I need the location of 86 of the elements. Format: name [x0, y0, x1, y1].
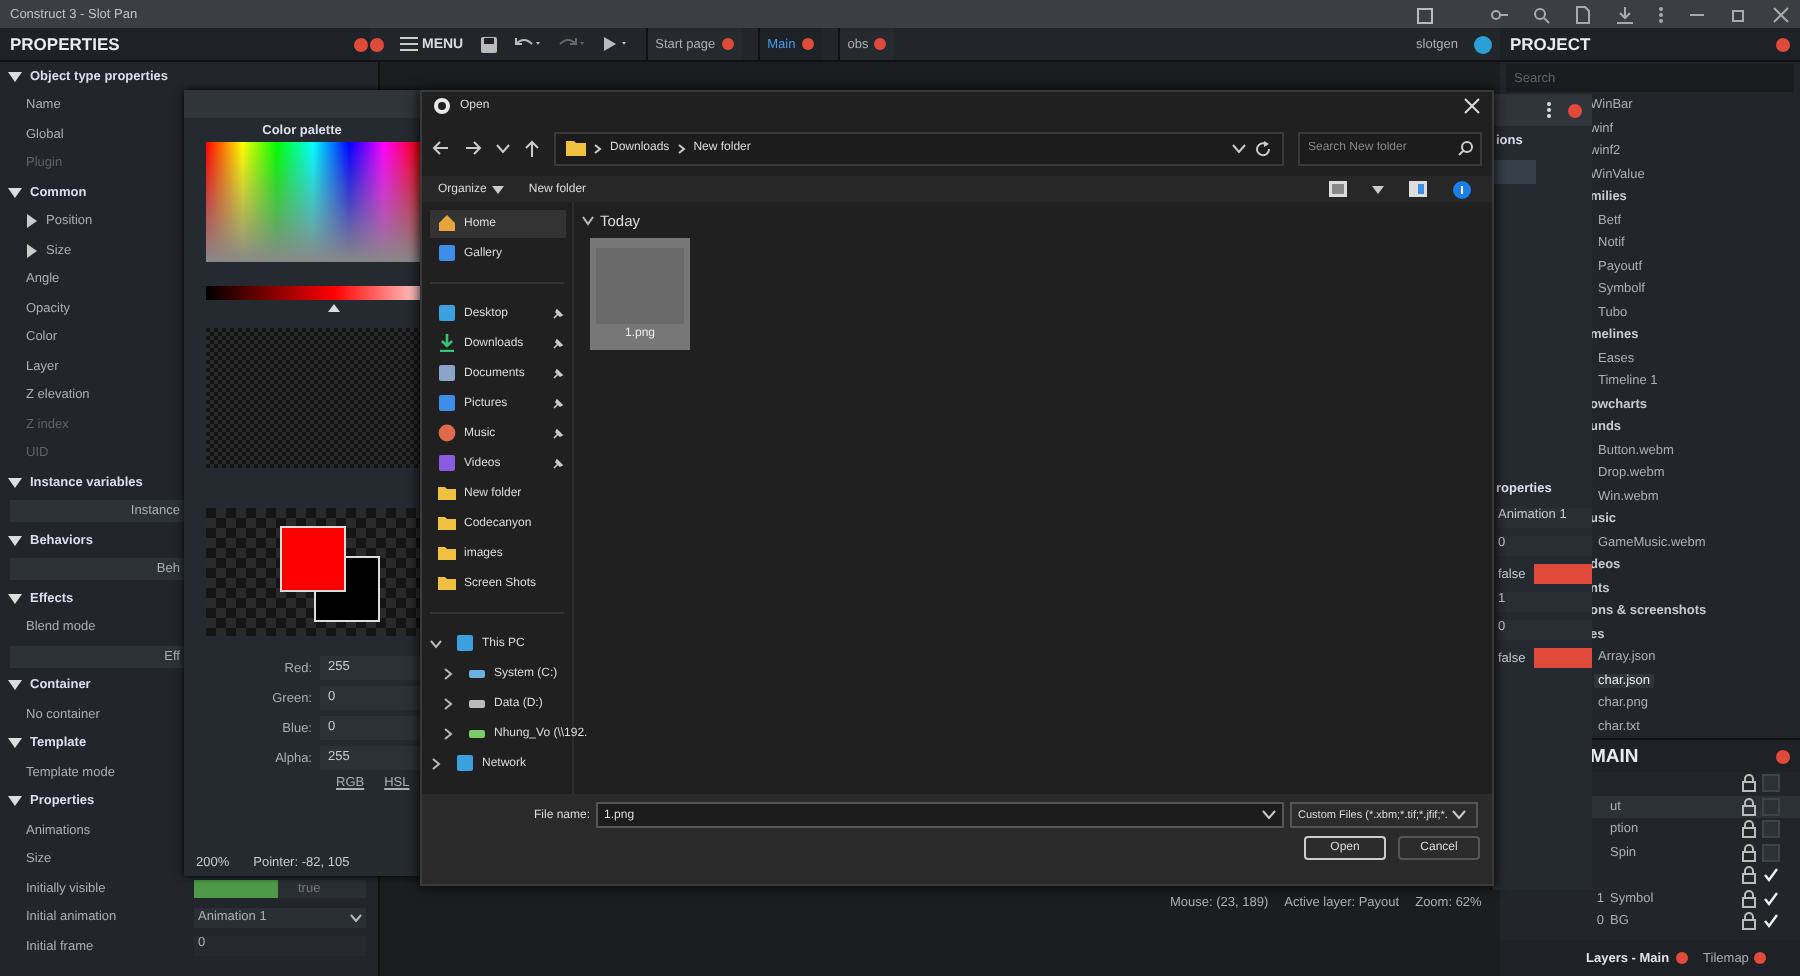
dropdown-icon: [492, 185, 505, 193]
network-icon: [456, 754, 474, 772]
music-icon: [438, 424, 456, 442]
panel-title: PROJECT: [1510, 34, 1591, 54]
close-dot-icon[interactable]: [1776, 37, 1790, 51]
up-arrow-icon[interactable]: [524, 139, 540, 157]
more-icon[interactable]: [1546, 102, 1552, 118]
pane-icon[interactable]: [1408, 180, 1428, 198]
play-icon[interactable]: [601, 36, 630, 52]
chevron-icon[interactable]: [442, 667, 454, 679]
avatar-icon[interactable]: [1474, 35, 1492, 53]
chevron-icon[interactable]: [430, 637, 442, 649]
pin-icon: [552, 337, 564, 349]
panel-title: PROPERTIES: [10, 34, 120, 54]
lock-icon[interactable]: [1742, 820, 1756, 839]
close-dot-icon[interactable]: [1568, 103, 1582, 117]
help-icon[interactable]: [1452, 179, 1472, 199]
lock-icon[interactable]: [1742, 797, 1756, 816]
chevron-right-icon: [594, 143, 602, 153]
visibility-checkbox[interactable]: [1762, 774, 1780, 793]
lock-icon[interactable]: [1742, 866, 1756, 885]
back-icon[interactable]: [432, 140, 450, 156]
key-icon[interactable]: [1490, 5, 1508, 23]
save-icon[interactable]: [479, 35, 498, 53]
lock-icon[interactable]: [1742, 889, 1756, 908]
chevron-down-icon[interactable]: [1262, 810, 1277, 820]
home-icon: [438, 214, 456, 232]
chevron-icon[interactable]: [430, 757, 442, 769]
chevron-icon[interactable]: [442, 697, 454, 709]
document-icon: [438, 364, 456, 382]
chevron-down-icon: [350, 913, 362, 922]
chevron-icon[interactable]: [442, 727, 454, 739]
visibility-checkbox[interactable]: [1762, 797, 1780, 816]
gallery-icon: [438, 244, 456, 262]
slider-thumb[interactable]: [328, 304, 341, 312]
pin-icon: [552, 307, 564, 319]
swatch-grid[interactable]: [206, 328, 420, 468]
lock-icon[interactable]: [1742, 843, 1756, 862]
chevron-down-icon[interactable]: [1232, 143, 1246, 153]
chevron-down-icon[interactable]: [496, 143, 510, 153]
video-icon: [438, 454, 456, 472]
chevron-right-icon: [677, 143, 686, 153]
app-logo-icon: [434, 98, 450, 114]
expander-icon[interactable]: [8, 69, 22, 84]
close-dot-icon[interactable]: [354, 37, 368, 51]
folder-icon: [566, 140, 586, 156]
restore-icon[interactable]: [1730, 5, 1748, 23]
lock-icon[interactable]: [1742, 912, 1756, 931]
primary-color-swatch[interactable]: [280, 526, 346, 592]
search-icon[interactable]: [1532, 5, 1550, 23]
more-icon[interactable]: [1658, 5, 1664, 23]
expander-icon[interactable]: [8, 591, 22, 606]
expander-icon[interactable]: [8, 678, 22, 693]
search-icon[interactable]: [1458, 139, 1474, 155]
visibility-checkbox[interactable]: [1762, 843, 1780, 862]
expander-icon[interactable]: [26, 243, 38, 258]
expander-icon[interactable]: [26, 214, 38, 229]
dropdown-icon[interactable]: [1372, 185, 1384, 193]
document-icon[interactable]: [1574, 5, 1592, 23]
clipboard-icon[interactable]: [1416, 5, 1434, 23]
chevron-down-icon: [1451, 810, 1466, 820]
expander-icon[interactable]: [8, 736, 22, 751]
chevron-down-icon[interactable]: [582, 215, 594, 225]
pin-icon: [552, 397, 564, 409]
view-icon[interactable]: [1328, 180, 1348, 198]
color-spectrum[interactable]: [206, 142, 420, 262]
forward-icon[interactable]: [464, 140, 482, 156]
refresh-icon[interactable]: [1254, 139, 1272, 157]
close-dot-icon[interactable]: [370, 37, 384, 51]
pin-icon: [552, 367, 564, 379]
menu-icon: [400, 36, 418, 52]
picture-icon: [438, 394, 456, 412]
monitor-icon: [456, 634, 474, 652]
download-icon[interactable]: [1616, 5, 1634, 23]
expander-icon[interactable]: [8, 475, 22, 490]
desktop-icon: [438, 304, 456, 322]
panel-title: MAIN: [1590, 745, 1639, 767]
close-dot-icon[interactable]: [1776, 749, 1790, 763]
expander-icon[interactable]: [8, 185, 22, 200]
expander-icon[interactable]: [8, 533, 22, 548]
pin-icon: [552, 427, 564, 439]
visibility-checkbox[interactable]: [1762, 820, 1780, 839]
lock-icon[interactable]: [1742, 774, 1756, 793]
expander-icon[interactable]: [8, 794, 22, 809]
download-icon: [438, 334, 456, 352]
pin-icon: [552, 457, 564, 469]
